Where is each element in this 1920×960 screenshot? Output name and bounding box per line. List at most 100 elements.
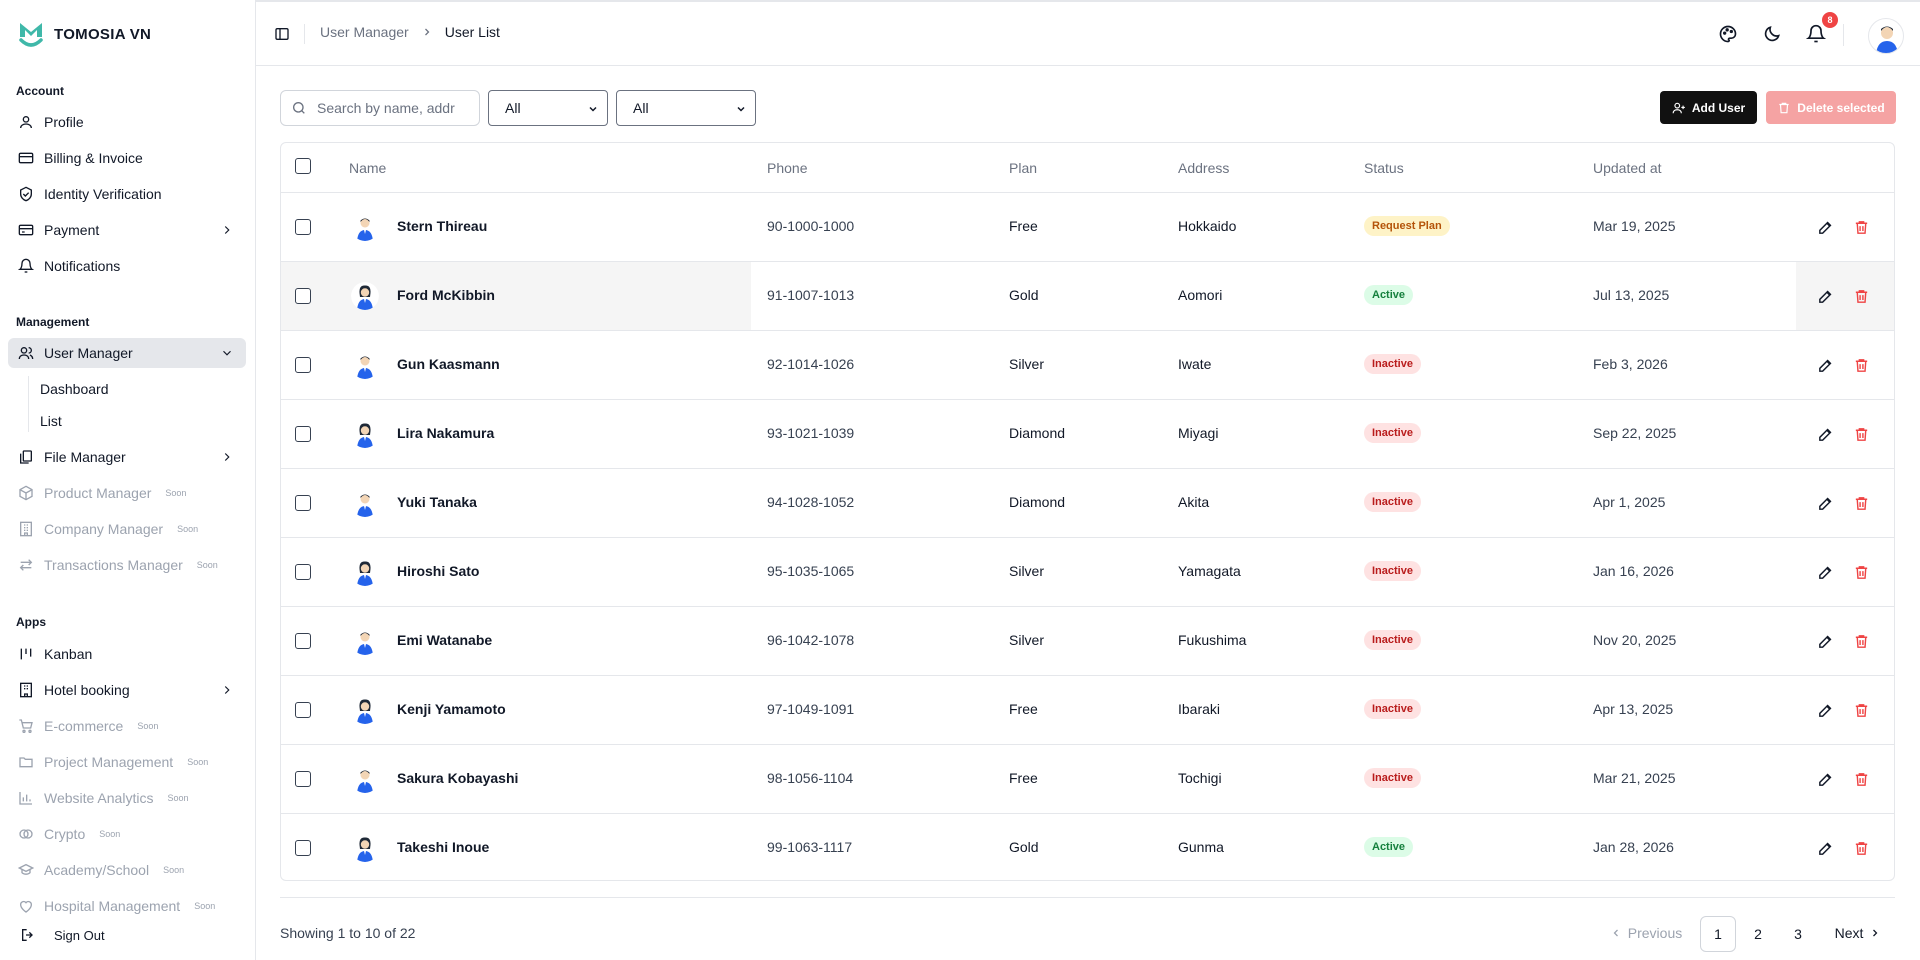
pagination-page-3[interactable]: 3: [1780, 916, 1816, 952]
breadcrumb-user-manager[interactable]: User Manager: [320, 24, 409, 40]
delete-button[interactable]: [1853, 426, 1870, 443]
sidebar-item-company-manager[interactable]: Company Manager Soon: [8, 514, 246, 544]
row-checkbox[interactable]: [295, 288, 311, 304]
notifications-button[interactable]: [1805, 24, 1827, 44]
delete-button[interactable]: [1853, 771, 1870, 788]
sign-out-button[interactable]: Sign Out: [8, 920, 244, 950]
user-name[interactable]: Lira Nakamura: [397, 425, 494, 441]
user-name[interactable]: Gun Kaasmann: [397, 356, 500, 372]
sidebar-item-hospital[interactable]: Hospital Management Soon: [8, 891, 246, 921]
delete-button[interactable]: [1853, 219, 1870, 236]
sidebar-item-ecommerce[interactable]: E-commerce Soon: [8, 711, 246, 741]
delete-button[interactable]: [1853, 288, 1870, 305]
soon-badge: Soon: [167, 793, 189, 803]
table-row[interactable]: Gun Kaasmann 92-1014-1026 Silver Iwate Inact…: [281, 331, 1894, 400]
sidebar-item-file-manager[interactable]: File Manager: [8, 442, 246, 472]
sidebar-item-project-management[interactable]: Project Management Soon: [8, 747, 246, 777]
delete-button[interactable]: [1853, 357, 1870, 374]
column-updated-at[interactable]: Updated at: [1593, 160, 1662, 176]
user-name[interactable]: Yuki Tanaka: [397, 494, 477, 510]
table-row[interactable]: Kenji Yamamoto 97-1049-1091 Free Ibaraki Ina…: [281, 676, 1894, 745]
theme-palette-button[interactable]: [1718, 24, 1738, 44]
edit-button[interactable]: [1817, 357, 1834, 374]
table-row[interactable]: Yuki Tanaka 94-1028-1052 Diamond Akita Inact…: [281, 469, 1894, 538]
sidebar-item-kanban[interactable]: Kanban: [8, 639, 246, 669]
table-row[interactable]: Emi Watanabe 96-1042-1078 Silver Fukushima I…: [281, 607, 1894, 676]
search-box[interactable]: [280, 90, 480, 126]
search-input[interactable]: [317, 100, 467, 116]
select-all-checkbox[interactable]: [295, 158, 311, 174]
row-checkbox[interactable]: [295, 219, 311, 235]
brand[interactable]: TOMOSIA VN: [18, 18, 151, 50]
sidebar-item-academy[interactable]: Academy/School Soon: [8, 855, 246, 885]
dark-mode-button[interactable]: [1762, 24, 1782, 44]
sidebar-item-product-manager[interactable]: Product Manager Soon: [8, 478, 246, 508]
sidebar-item-identity[interactable]: Identity Verification: [8, 179, 246, 209]
column-address[interactable]: Address: [1178, 160, 1229, 176]
avatar[interactable]: [1868, 18, 1904, 54]
trash-icon: [1855, 773, 1868, 786]
sidebar-item-website-analytics[interactable]: Website Analytics Soon: [8, 783, 246, 813]
table-row[interactable]: Hiroshi Sato 95-1035-1065 Silver Yamagata In…: [281, 538, 1894, 607]
edit-button[interactable]: [1817, 771, 1834, 788]
pagination-page-1[interactable]: 1: [1700, 916, 1736, 952]
table-header: Name Phone Plan Address Status Updated a…: [281, 143, 1894, 193]
pagination-page-2[interactable]: 2: [1740, 916, 1776, 952]
column-phone[interactable]: Phone: [767, 160, 807, 176]
filter-select-status[interactable]: All: [616, 90, 756, 126]
column-plan[interactable]: Plan: [1009, 160, 1037, 176]
edit-button[interactable]: [1817, 702, 1834, 719]
row-checkbox[interactable]: [295, 564, 311, 580]
edit-button[interactable]: [1817, 426, 1834, 443]
edit-button[interactable]: [1817, 219, 1834, 236]
delete-selected-button[interactable]: Delete selected: [1766, 91, 1896, 124]
add-user-button[interactable]: Add User: [1660, 91, 1757, 124]
edit-button[interactable]: [1817, 840, 1834, 857]
edit-button[interactable]: [1817, 495, 1834, 512]
table-row[interactable]: Lira Nakamura 93-1021-1039 Diamond Miyagi In…: [281, 400, 1894, 469]
row-checkbox[interactable]: [295, 495, 311, 511]
sidebar-item-hotel-booking[interactable]: Hotel booking: [8, 675, 246, 705]
user-name[interactable]: Emi Watanabe: [397, 632, 492, 648]
delete-button[interactable]: [1853, 840, 1870, 857]
row-checkbox[interactable]: [295, 357, 311, 373]
user-name[interactable]: Hiroshi Sato: [397, 563, 479, 579]
row-checkbox[interactable]: [295, 771, 311, 787]
delete-button[interactable]: [1853, 564, 1870, 581]
table-row[interactable]: Stern Thireau 90-1000-1000 Free Hokkaido Req…: [281, 193, 1894, 262]
sidebar-item-notifications[interactable]: Notifications: [8, 251, 246, 281]
sidebar-item-billing[interactable]: Billing & Invoice: [8, 143, 246, 173]
sidebar-item-payment[interactable]: Payment: [8, 215, 246, 245]
table-row[interactable]: Takeshi Inoue 99-1063-1117 Gold Gunma Active…: [281, 814, 1894, 880]
sidebar-subitem-dashboard[interactable]: Dashboard: [40, 381, 109, 397]
table-row[interactable]: Ford McKibbin 91-1007-1013 Gold Aomori Activ…: [281, 262, 1894, 331]
sidebar-subitem-list[interactable]: List: [40, 413, 62, 429]
delete-button[interactable]: [1853, 633, 1870, 650]
delete-button[interactable]: [1853, 495, 1870, 512]
user-name[interactable]: Stern Thireau: [397, 218, 487, 234]
delete-button[interactable]: [1853, 702, 1870, 719]
row-checkbox[interactable]: [295, 633, 311, 649]
sidebar-item-transactions-manager[interactable]: Transactions Manager Soon: [8, 550, 246, 580]
row-checkbox[interactable]: [295, 840, 311, 856]
user-name[interactable]: Sakura Kobayashi: [397, 770, 518, 786]
column-name[interactable]: Name: [349, 160, 386, 176]
edit-button[interactable]: [1817, 564, 1834, 581]
sidebar-toggle-icon[interactable]: [274, 26, 290, 42]
edit-button[interactable]: [1817, 633, 1834, 650]
table-row[interactable]: Sakura Kobayashi 98-1056-1104 Free Tochigi I…: [281, 745, 1894, 814]
user-name[interactable]: Kenji Yamamoto: [397, 701, 506, 717]
edit-button[interactable]: [1817, 288, 1834, 305]
pagination-next[interactable]: Next: [1830, 916, 1886, 950]
user-name[interactable]: Ford McKibbin: [397, 287, 495, 303]
row-checkbox[interactable]: [295, 702, 311, 718]
pencil-icon: [1819, 290, 1832, 303]
row-checkbox[interactable]: [295, 426, 311, 442]
column-status[interactable]: Status: [1364, 160, 1404, 176]
filter-select-plan[interactable]: All: [488, 90, 608, 126]
sidebar-item-profile[interactable]: Profile: [8, 107, 246, 137]
user-name[interactable]: Takeshi Inoue: [397, 839, 489, 855]
pagination-previous[interactable]: Previous: [1608, 916, 1684, 950]
sidebar-item-crypto[interactable]: Crypto Soon: [8, 819, 246, 849]
sidebar-item-user-manager[interactable]: User Manager: [8, 338, 246, 368]
